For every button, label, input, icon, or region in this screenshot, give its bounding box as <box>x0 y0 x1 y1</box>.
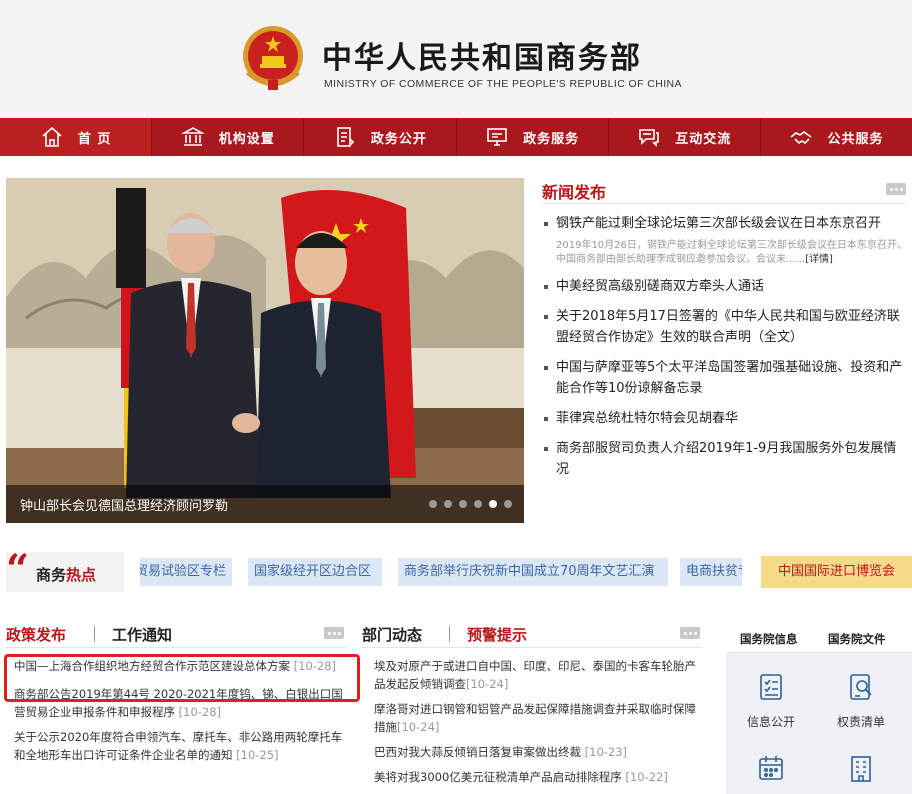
divider <box>6 647 346 648</box>
nav-item-institution[interactable]: 机构设置 <box>152 118 305 156</box>
news-summary: 2019年10月26日，钢铁产能过剩全球论坛第三次部长级会议在日本东京召开。中国… <box>542 239 908 267</box>
more-icon[interactable] <box>680 627 700 639</box>
news-item[interactable]: 关于2018年5月17日签署的《中华人民共和国与欧亚经济联盟经贸合作协定》生效的… <box>542 306 908 348</box>
divider <box>362 647 702 648</box>
site-header: 中华人民共和国商务部 MINISTRY OF COMMERCE OF THE P… <box>0 0 912 118</box>
chat-icon <box>639 129 660 147</box>
hot-tag[interactable]: 贸易试验区专栏 <box>140 558 232 586</box>
carousel-photo <box>6 178 524 523</box>
hot-tag[interactable]: 电商扶贫专 <box>680 558 742 586</box>
dept-item[interactable]: 巴西对我大蒜反倾销日落复审案做出终裁 [10-23] <box>374 743 704 761</box>
nav-item-public-services[interactable]: 公共服务 <box>761 118 912 156</box>
nav-item-interaction[interactable]: 互动交流 <box>609 118 761 156</box>
institution-icon <box>180 127 205 146</box>
news-item-title[interactable]: 钢铁产能过剩全球论坛第三次部长级会议在日本东京召开 <box>556 216 881 231</box>
nav-item-public-affairs[interactable]: 政务公开 <box>304 118 457 156</box>
dept-item[interactable]: 美将对我3000亿美元征税清单产品启动排除程序 [10-22] <box>374 768 704 786</box>
carousel-dot[interactable] <box>459 500 467 508</box>
news-item[interactable]: 中国与萨摩亚等5个太平洋岛国签署加强基础设施、投资和产能合作等10份谅解备忘录 <box>542 357 908 399</box>
carousel-pagination <box>429 500 512 508</box>
more-icon[interactable] <box>324 627 344 639</box>
dept-item[interactable]: 埃及对原产于或进口自中国、印度、印尼、泰国的卡客车轮胎产品发起反倾销调查[10-… <box>374 657 704 693</box>
tab-state-council-docs[interactable]: 国务院文件 <box>828 631 886 647</box>
news-item-title[interactable]: 关于2018年5月17日签署的《中华人民共和国与欧亚经济联盟经贸合作协定》生效的… <box>556 309 900 345</box>
carousel-dot[interactable] <box>474 500 482 508</box>
main-nav: 首 页 机构设置 政务公开 政务服务 互动交流 公共服务 <box>0 118 912 156</box>
state-council-panel: 国务院信息 国务院文件 信息公开 权责清单 <box>726 625 912 794</box>
state-council-tabs: 国务院信息 国务院文件 <box>726 625 912 653</box>
quote-mark-icon: “ <box>6 546 30 593</box>
divider <box>542 203 906 204</box>
dept-item[interactable]: 摩洛哥对进口钢管和铝管产品发起保障措施调查并采取临时保障措施[10-24] <box>374 700 704 736</box>
tab-dept-news[interactable]: 部门动态 <box>362 624 422 645</box>
nav-item-services[interactable]: 政务服务 <box>457 118 609 156</box>
nav-label: 公共服务 <box>827 131 884 147</box>
news-section-title[interactable]: 新闻发布 <box>542 179 606 203</box>
hot-tag[interactable]: 商务部举行庆祝新中国成立70周年文艺汇演 <box>398 558 668 586</box>
gov-item-label[interactable]: 信息公开 <box>747 713 795 730</box>
hot-tag[interactable]: 国家级经开区边合区 <box>248 558 382 586</box>
news-list: 钢铁产能过剩全球论坛第三次部长级会议在日本东京召开 2019年10月26日，钢铁… <box>542 213 908 480</box>
monitor-icon <box>487 128 507 146</box>
carousel-dot-active[interactable] <box>489 500 497 508</box>
policy-item[interactable]: 关于公示2020年度符合申领汽车、摩托车、非公路用两轮摩托车和全地形车出口许可证… <box>14 728 350 764</box>
calendar-icon[interactable] <box>756 753 786 783</box>
news-item[interactable]: 钢铁产能过剩全球论坛第三次部长级会议在日本东京召开 <box>542 213 908 234</box>
hot-topics-bar: “ 商务热点 贸易试验区专栏 国家级经开区边合区 商务部举行庆祝新中国成立70周… <box>6 546 912 596</box>
carousel-caption[interactable]: 钟山部长会见德国总理经济顾问罗勒 <box>20 495 228 514</box>
import-expo-tag[interactable]: 中国国际进口博览会 <box>761 556 912 588</box>
dept-list: 埃及对原产于或进口自中国、印度、印尼、泰国的卡客车轮胎产品发起反倾销调查[10-… <box>374 657 704 793</box>
news-item-title[interactable]: 中美经贸高级别磋商双方牵头人通话 <box>556 279 764 294</box>
checklist-icon[interactable] <box>756 672 786 702</box>
tab-separator <box>449 626 450 642</box>
highlight-box <box>4 654 360 702</box>
news-item-title[interactable]: 中国与萨摩亚等5个太平洋岛国签署加强基础设施、投资和产能合作等10份谅解备忘录 <box>556 360 902 396</box>
national-emblem-icon[interactable] <box>240 22 306 92</box>
site-subtitle: MINISTRY OF COMMERCE OF THE PEOPLE'S REP… <box>324 78 682 90</box>
building-icon[interactable] <box>846 753 876 783</box>
news-item[interactable]: 中美经贸高级别磋商双方牵头人通话 <box>542 276 908 297</box>
tab-alert[interactable]: 预警提示 <box>467 624 527 645</box>
tab-policy[interactable]: 政策发布 <box>6 624 66 645</box>
nav-item-home[interactable]: 首 页 <box>0 118 153 156</box>
site-title: 中华人民共和国商务部 <box>322 41 642 76</box>
news-detail-link[interactable]: [详情] <box>805 254 833 265</box>
hot-topics-label: “ 商务热点 <box>6 546 124 593</box>
news-carousel[interactable]: 钟山部长会见德国总理经济顾问罗勒 <box>6 178 524 523</box>
news-summary-text: 2019年10月26日，钢铁产能过剩全球论坛第三次部长级会议在日本东京召开。中国… <box>556 240 907 265</box>
carousel-dot[interactable] <box>444 500 452 508</box>
hot-topics-title: 商务热点 <box>36 566 97 584</box>
nav-label: 政务公开 <box>370 131 427 147</box>
nav-label: 互动交流 <box>675 131 732 147</box>
carousel-caption-bar: 钟山部长会见德国总理经济顾问罗勒 <box>6 485 524 523</box>
news-item[interactable]: 商务部服贸司负责人介绍2019年1-9月我国服务外包发展情况 <box>542 438 908 480</box>
document-icon <box>337 127 355 147</box>
gov-item-label[interactable]: 权责清单 <box>837 713 885 730</box>
tab-state-council-info[interactable]: 国务院信息 <box>740 631 798 647</box>
handshake-icon <box>790 131 812 145</box>
nav-label: 机构设置 <box>218 131 275 147</box>
nav-label: 首 页 <box>77 131 112 147</box>
carousel-dot[interactable] <box>429 500 437 508</box>
news-item-title[interactable]: 商务部服贸司负责人介绍2019年1-9月我国服务外包发展情况 <box>556 441 896 477</box>
carousel-dot[interactable] <box>504 500 512 508</box>
more-icon[interactable] <box>886 183 906 195</box>
home-icon <box>42 126 62 147</box>
nav-label: 政务服务 <box>523 131 580 147</box>
news-item[interactable]: 菲律宾总统杜特尔特会见胡春华 <box>542 408 908 429</box>
search-doc-icon[interactable] <box>846 672 876 702</box>
tab-work-notice[interactable]: 工作通知 <box>112 624 172 645</box>
tab-separator <box>94 626 95 642</box>
news-item-title[interactable]: 菲律宾总统杜特尔特会见胡春华 <box>556 411 738 426</box>
